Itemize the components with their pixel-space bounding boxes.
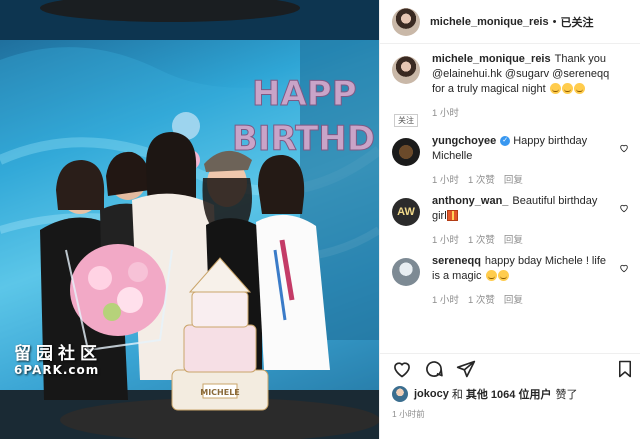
comment-time: 1 小时 bbox=[432, 235, 459, 246]
smile-emoji-icon bbox=[561, 83, 573, 94]
bookmark-icon[interactable] bbox=[616, 359, 634, 379]
like-heart-icon[interactable] bbox=[392, 359, 412, 379]
comments-list: 关注 michele_monique_reis Thank you @elaine… bbox=[380, 52, 640, 314]
reply-button[interactable]: 回复 bbox=[504, 172, 523, 186]
post-photo[interactable]: HAPP BIRTHD MICHELE 留园社区 6PARK.com bbox=[0, 0, 379, 439]
balloon-letters-1: HAPP bbox=[252, 74, 357, 114]
likes-and: 和 bbox=[451, 389, 463, 401]
comment-icon[interactable] bbox=[424, 359, 444, 379]
heart-icon[interactable] bbox=[619, 203, 629, 213]
balloon-letters-2: BIRTHD bbox=[232, 119, 375, 159]
grin-emoji-icon bbox=[497, 270, 509, 281]
comment-likes[interactable]: 1 次赞 bbox=[468, 232, 495, 246]
comment-item: sereneqq happy bday Michele ! life is a m… bbox=[380, 254, 640, 306]
liker-avatar[interactable] bbox=[392, 386, 408, 402]
caption-username[interactable]: michele_monique_reis bbox=[432, 53, 551, 65]
commenter-avatar[interactable] bbox=[392, 138, 420, 166]
comment-likes[interactable]: 1 次赞 bbox=[468, 172, 495, 186]
caption-tag: 关注 bbox=[394, 114, 418, 127]
post-side-panel: michele_monique_reis • 已关注 关注 michele_mo… bbox=[379, 0, 640, 439]
commenter-avatar[interactable] bbox=[392, 258, 420, 286]
post-header: michele_monique_reis • 已关注 bbox=[380, 0, 640, 44]
caption-avatar[interactable] bbox=[392, 56, 420, 84]
follow-status-button[interactable]: 已关注 bbox=[560, 14, 593, 30]
post-actions-bar bbox=[380, 353, 640, 383]
comment-item: AW anthony_wan_ Beautiful birthday girl 1… bbox=[380, 194, 640, 246]
reply-button[interactable]: 回复 bbox=[504, 292, 523, 306]
header-separator: • bbox=[552, 15, 557, 28]
comment-username[interactable]: yungchoyee bbox=[432, 135, 496, 147]
comment-username[interactable]: sereneqq bbox=[432, 255, 481, 267]
commenter-avatar[interactable]: AW bbox=[392, 198, 420, 226]
comment-time: 1 小时 bbox=[432, 295, 459, 306]
likes-others-link[interactable]: 其他 1064 位用户 bbox=[466, 386, 552, 402]
likes-suffix: 赞了 bbox=[555, 389, 578, 401]
author-username[interactable]: michele_monique_reis bbox=[430, 16, 549, 28]
heart-icon[interactable] bbox=[619, 143, 629, 153]
comment-likes[interactable]: 1 次赞 bbox=[468, 292, 495, 306]
gift-emoji-icon bbox=[446, 210, 458, 221]
smile-emoji-icon bbox=[549, 83, 561, 94]
watermark-line1: 留园社区 bbox=[14, 344, 102, 364]
watermark-line2: 6PARK.com bbox=[14, 362, 100, 377]
likes-summary: jokocy 和 其他 1064 位用户 赞了 bbox=[392, 386, 577, 402]
liker-username[interactable]: jokocy bbox=[414, 388, 449, 400]
caption-time: 1 小时 bbox=[432, 108, 459, 119]
share-icon[interactable] bbox=[456, 359, 476, 379]
comment-item: yungchoyee ✓ Happy birthday Michelle 1 小时 … bbox=[380, 134, 640, 186]
caption: 关注 michele_monique_reis Thank you @elaine… bbox=[380, 52, 640, 127]
smile-emoji-icon bbox=[573, 83, 585, 94]
author-avatar[interactable] bbox=[392, 7, 420, 36]
grin-emoji-icon bbox=[485, 270, 497, 281]
comment-username[interactable]: anthony_wan_ bbox=[432, 195, 508, 207]
watermark: 留园社区 6PARK.com bbox=[14, 345, 102, 377]
heart-icon[interactable] bbox=[619, 263, 629, 273]
cake-label: MICHELE bbox=[200, 388, 240, 397]
reply-button[interactable]: 回复 bbox=[504, 232, 523, 246]
comment-time: 1 小时 bbox=[432, 175, 459, 186]
post-timestamp: 1 小时前 bbox=[392, 409, 425, 419]
verified-icon: ✓ bbox=[500, 136, 511, 147]
